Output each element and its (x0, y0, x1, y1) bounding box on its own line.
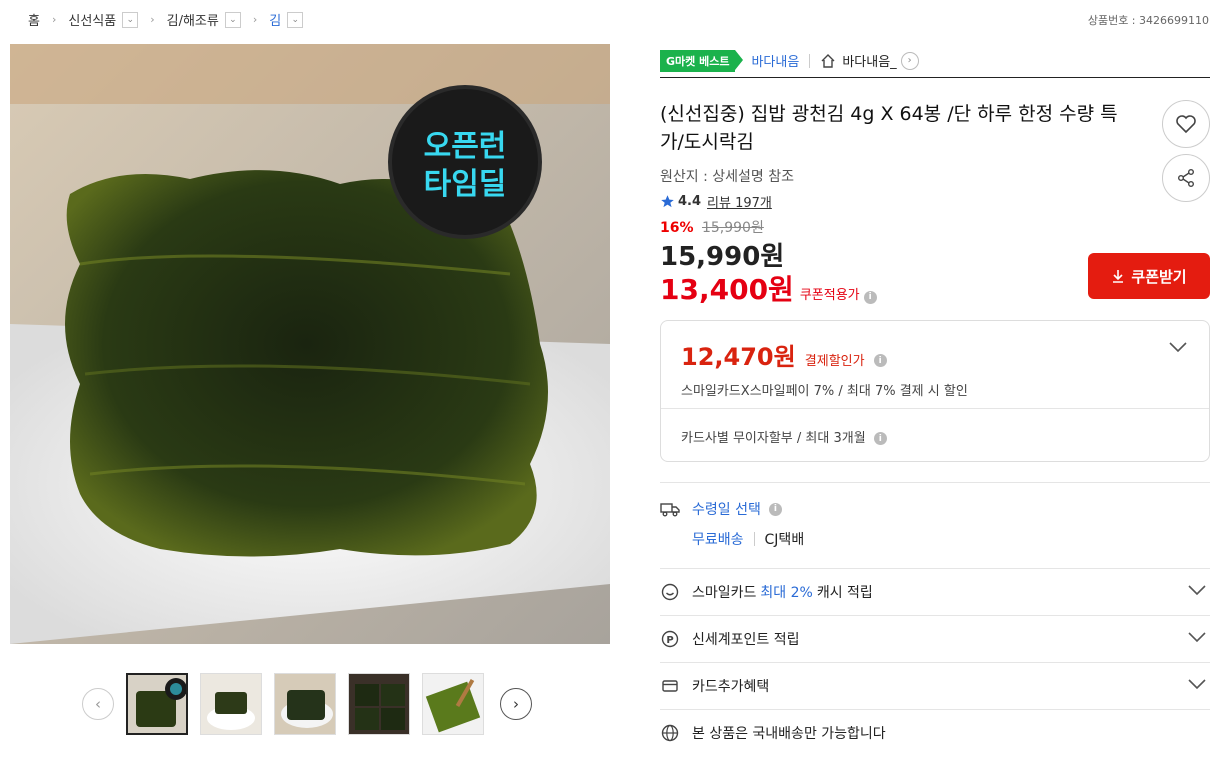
coupon-price: 13,400원 (660, 273, 794, 306)
benefit-box: 12,470원 결제할인가 i 스마일카드X스마일페이 7% / 최대 7% 결… (660, 320, 1210, 462)
thumbnail-item[interactable] (422, 673, 484, 735)
shinsegae-point-row[interactable]: P 신세계포인트 적립 (660, 615, 1210, 662)
chevron-right-icon[interactable]: › (900, 51, 919, 70)
breadcrumb-home[interactable]: 홈 › (28, 10, 68, 29)
download-icon (1113, 270, 1124, 283)
smile-card-prefix: 스마일카드 (692, 585, 757, 601)
payment-discount-label: 결제할인가 (804, 354, 865, 369)
payment-discount-price: 12,470원 (681, 343, 796, 371)
badge-line1: 오픈런 (424, 129, 507, 164)
point-icon: P (661, 630, 679, 648)
payment-discount-section[interactable]: 12,470원 결제할인가 i 스마일카드X스마일페이 7% / 최대 7% 결… (661, 321, 1209, 409)
share-icon (1178, 169, 1194, 187)
chevron-down-icon[interactable] (1188, 678, 1206, 690)
coupon-download-label: 쿠폰받기 (1131, 267, 1187, 286)
chevron-down-icon[interactable] (1188, 631, 1206, 643)
breadcrumb-item-laver[interactable]: 김 ⌄ (269, 10, 304, 29)
breadcrumb: 홈 › 신선식품 ⌄ › 김/해조류 ⌄ › 김 ⌄ (28, 10, 304, 29)
discount-rate: 16% (660, 220, 694, 236)
gmarket-best-badge: G마켓 베스트 (660, 49, 744, 72)
domestic-shipping-row: 본 상품은 국내배송만 가능합니다 (660, 709, 1210, 756)
smile-icon (661, 583, 679, 601)
rating-score: 4.4 (678, 194, 702, 209)
chevron-down-icon[interactable]: ⌄ (287, 11, 304, 28)
payment-discount-desc: 스마일카드X스마일페이 7% / 최대 7% 결제 시 할인 (681, 384, 968, 399)
breadcrumb-item-label[interactable]: 김 (269, 10, 281, 29)
smile-card-row[interactable]: 스마일카드 최대 2% 캐시 적립 (660, 568, 1210, 615)
chevron-down-icon[interactable]: ⌄ (224, 11, 241, 28)
installment-info: 카드사별 무이자할부 / 최대 3개월 i (661, 409, 1209, 464)
chevron-left-icon: ‹ (95, 695, 101, 713)
delivery-section: 수령일 선택 i 무료배송 CJ택배 (660, 482, 1210, 568)
installment-label: 카드사별 무이자할부 / 최대 3개월 (681, 431, 866, 446)
divider (809, 53, 811, 68)
chevron-right-icon: › (150, 13, 155, 26)
breadcrumb-item-label[interactable]: 신선식품 (68, 10, 116, 29)
product-main-image: 오픈런 타임딜 (10, 44, 610, 644)
coupon-download-button[interactable]: 쿠폰받기 (1088, 253, 1210, 299)
domestic-shipping-label: 본 상품은 국내배송만 가능합니다 (692, 726, 886, 742)
info-icon[interactable]: i (863, 290, 877, 304)
coupon-applied-label: 쿠폰적용가 (799, 288, 860, 303)
original-price: 15,990원 (701, 220, 764, 236)
chevron-down-icon[interactable]: ⌄ (122, 11, 139, 28)
info-icon[interactable]: i (873, 432, 887, 445)
thumbnail-item[interactable] (348, 673, 410, 735)
review-link[interactable]: 리뷰 197개 (707, 192, 772, 211)
thumbnail-item[interactable] (274, 673, 336, 735)
rating: 4.4 리뷰 197개 (660, 192, 772, 211)
share-button[interactable] (1162, 154, 1210, 202)
card-benefit-row[interactable]: 카드추가혜택 (660, 662, 1210, 709)
product-number: 상품번호 : 3426699110 (1087, 14, 1209, 27)
svg-text:P: P (666, 635, 673, 646)
store-row: G마켓 베스트 바다내음 바다내음_ › (660, 44, 1210, 78)
product-title: (신선집중) 집밥 광천김 4g X 64봉 /단 하루 한정 수량 특가/도시… (660, 103, 1118, 153)
chevron-right-icon: › (51, 13, 57, 26)
truck-icon (660, 503, 680, 517)
thumbnail-strip: ‹ › (82, 673, 532, 735)
courier-name: CJ택배 (764, 532, 805, 548)
home-icon (821, 53, 835, 68)
breadcrumb-item-fresh[interactable]: 신선식품 ⌄ › (68, 10, 166, 29)
coupon-price-row: 13,400원 쿠폰적용가 i (660, 268, 877, 308)
globe-icon (661, 724, 679, 742)
free-shipping: 무료배송 (692, 532, 744, 548)
breadcrumb-item-label[interactable]: 김/해조류 (167, 10, 219, 29)
chevron-down-icon[interactable] (1169, 341, 1187, 353)
card-icon (662, 680, 678, 692)
product-info-panel: G마켓 베스트 바다내음 바다내음_ › (신선집중) 집밥 광천김 4g X … (660, 44, 1210, 742)
info-icon[interactable]: i (768, 502, 782, 516)
breadcrumb-home-label[interactable]: 홈 (28, 10, 40, 29)
chevron-down-icon[interactable] (1188, 584, 1206, 596)
discount-row: 16% 15,990원 (660, 217, 764, 237)
smile-card-highlight: 최대 2% (760, 585, 813, 601)
card-benefit-label: 카드추가혜택 (692, 679, 770, 695)
thumbnail-item[interactable] (200, 673, 262, 735)
divider (753, 532, 755, 546)
brand-link[interactable]: 바다내음 (751, 51, 799, 70)
smile-card-suffix: 캐시 적립 (816, 585, 873, 601)
heart-icon (1176, 115, 1196, 134)
wishlist-button[interactable] (1162, 100, 1210, 148)
breadcrumb-item-seaweed[interactable]: 김/해조류 ⌄ › (167, 10, 270, 29)
shop-link[interactable]: 바다내음_ (842, 51, 896, 70)
chevron-right-icon: › (252, 13, 258, 26)
star-icon (661, 195, 674, 208)
thumbnail-next-button[interactable]: › (500, 688, 532, 720)
thumbnail-prev-button[interactable]: ‹ (82, 688, 114, 720)
shinsegae-point-label: 신세계포인트 적립 (692, 632, 800, 648)
origin-info: 원산지 : 상세설명 참조 (660, 169, 794, 185)
thumbnail-item[interactable] (126, 673, 188, 735)
badge-line2: 타임딜 (424, 167, 507, 202)
delivery-date-select[interactable]: 수령일 선택 (692, 499, 761, 519)
chevron-right-icon: › (513, 695, 519, 713)
info-icon[interactable]: i (873, 354, 887, 367)
